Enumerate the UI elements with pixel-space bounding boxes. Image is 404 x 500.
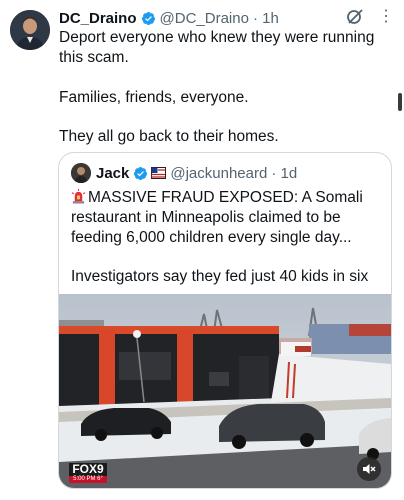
siren-icon — [71, 189, 86, 204]
channel-logo: FOX9 5:00 PM 6° — [69, 463, 107, 483]
tweet-line: Deport everyone who knew they were runni… — [59, 29, 375, 66]
grok-icon[interactable] — [345, 7, 365, 27]
broadcast-temperature: 6° — [97, 476, 103, 482]
tweet-text: Deport everyone who knew they were runni… — [59, 28, 389, 147]
video-media[interactable]: FOX9 5:00 PM 6° — [59, 294, 391, 488]
quoted-author-handle[interactable]: @jackunheard — [170, 165, 267, 182]
broadcast-time: 5:00 PM — [73, 476, 96, 482]
quoted-tweet-line: MASSIVE FRAUD EXPOSED: A Somali restaura… — [71, 188, 383, 247]
author-handle[interactable]: @DC_Draino — [160, 10, 249, 27]
quoted-tweet[interactable]: Jack @jackunheard · 1d MASSIVE FRAUD EXP… — [58, 152, 392, 489]
verified-badge-icon — [141, 11, 156, 26]
scrollbar-thumb[interactable] — [398, 93, 402, 111]
tweet-header: DC_Draino @DC_Draino · 1h — [59, 8, 394, 28]
author-name[interactable]: DC_Draino — [59, 10, 137, 27]
tweet-line: Families, friends, everyone. — [59, 88, 249, 106]
quoted-tweet-text: MASSIVE FRAUD EXPOSED: A Somali restaura… — [71, 188, 383, 307]
more-icon[interactable]: ⋮ — [378, 7, 394, 27]
mute-icon[interactable] — [357, 457, 381, 481]
quoted-tweet-line-text: MASSIVE FRAUD EXPOSED: A Somali restaura… — [71, 189, 363, 246]
broadcast-info: 5:00 PM 6° — [69, 476, 107, 483]
quoted-tweet-header: Jack @jackunheard · 1d — [71, 162, 297, 184]
channel-logo-text: FOX9 — [69, 463, 107, 476]
tweet-line: They all go back to their homes. — [59, 128, 279, 146]
verified-badge-icon — [133, 166, 148, 181]
video-frame — [59, 294, 391, 488]
quoted-tweet-timestamp[interactable]: · 1d — [271, 165, 297, 182]
tweet-timestamp[interactable]: · 1h — [253, 10, 279, 27]
author-avatar[interactable] — [10, 10, 50, 50]
flag-icon — [151, 167, 167, 179]
quoted-author-name[interactable]: Jack — [96, 165, 129, 182]
quoted-author-avatar[interactable] — [71, 163, 91, 183]
